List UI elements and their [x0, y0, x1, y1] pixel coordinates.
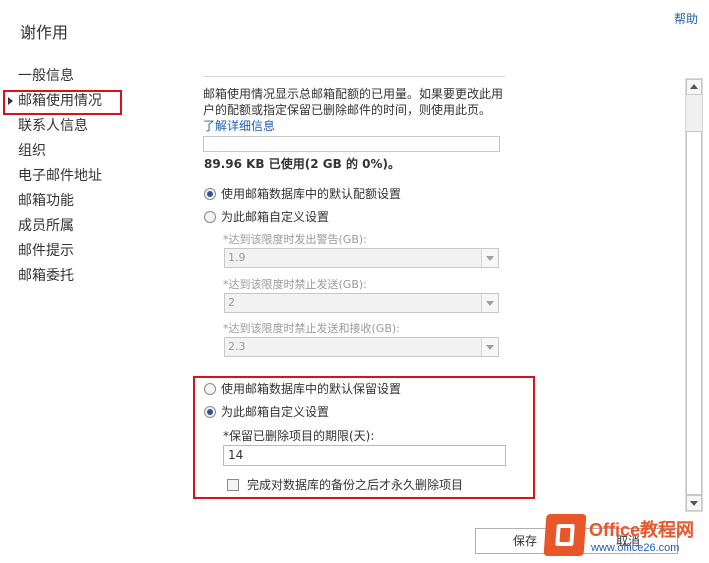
- sidebar-item-mailbox-usage[interactable]: 邮箱使用情况: [6, 91, 168, 116]
- vertical-scrollbar[interactable]: [685, 78, 703, 512]
- radio-label: 使用邮箱数据库中的默认保留设置: [221, 382, 402, 396]
- sidebar-item-label: 邮件提示: [18, 243, 74, 259]
- retention-days-input[interactable]: 14: [223, 445, 506, 466]
- usage-summary: 89.96 KB 已使用(2 GB 的 0%)。: [204, 157, 400, 171]
- radio-button[interactable]: [204, 187, 216, 200]
- sidebar-nav: 一般信息 邮箱使用情况 联系人信息 组织 电子邮件地址 邮箱功能 成员所属 邮件…: [8, 66, 168, 291]
- watermark: Office教程网 www.office26.com: [543, 512, 707, 562]
- retention-days-label: *保留已删除项目的期限(天):: [223, 429, 375, 443]
- usage-bar: [203, 136, 500, 152]
- top-divider: [203, 76, 506, 77]
- prohibit-send-receive-label: *达到该限度时禁止发送和接收(GB):: [223, 322, 400, 335]
- learn-more-link[interactable]: 了解详细信息: [203, 119, 275, 133]
- selected-arrow-icon: [8, 97, 13, 105]
- quota-default-radio[interactable]: 使用邮箱数据库中的默认配额设置: [204, 185, 401, 202]
- sidebar-item-mailbox-features[interactable]: 邮箱功能: [18, 191, 168, 216]
- office-logo-icon: [543, 514, 587, 556]
- sidebar-item-label: 联系人信息: [18, 118, 88, 134]
- radio-button[interactable]: [204, 405, 216, 418]
- sidebar-item-label: 电子邮件地址: [18, 168, 102, 184]
- scroll-down-button[interactable]: [686, 495, 702, 511]
- warning-select[interactable]: 1.9: [224, 248, 499, 268]
- sidebar-item-label: 邮箱委托: [18, 268, 74, 284]
- radio-label: 为此邮箱自定义设置: [221, 210, 330, 224]
- sidebar-item-label: 邮箱功能: [18, 193, 74, 209]
- backup-checkbox[interactable]: [227, 478, 239, 491]
- sidebar-item-mail-tip[interactable]: 邮件提示: [18, 241, 168, 266]
- prohibit-send-value: 2: [228, 296, 235, 309]
- scroll-up-button[interactable]: [686, 79, 702, 95]
- sidebar-item-label: 一般信息: [18, 68, 74, 84]
- sidebar-item-member-of[interactable]: 成员所属: [18, 216, 168, 241]
- prohibit-send-receive-value: 2.3: [228, 340, 246, 353]
- sidebar-item-label: 邮箱使用情况: [18, 93, 102, 109]
- prohibit-send-receive-select[interactable]: 2.3: [224, 337, 499, 357]
- sidebar-item-label: 组织: [18, 143, 46, 159]
- sidebar-item-general[interactable]: 一般信息: [18, 66, 168, 91]
- sidebar-item-email-addresses[interactable]: 电子邮件地址: [18, 166, 168, 191]
- page-title: 谢作用: [20, 23, 69, 42]
- scroll-thumb[interactable]: [686, 131, 702, 495]
- chevron-down-icon: [481, 249, 498, 267]
- radio-label: 使用邮箱数据库中的默认配额设置: [221, 187, 402, 201]
- checkbox-label: 完成对数据库的备份之后才永久删除项目: [247, 478, 464, 492]
- retention-custom-radio[interactable]: 为此邮箱自定义设置: [204, 403, 329, 420]
- prohibit-send-label: *达到该限度时禁止发送(GB):: [223, 278, 367, 291]
- help-link[interactable]: 帮助: [674, 10, 698, 27]
- watermark-title: Office教程网: [589, 520, 695, 540]
- retention-default-radio[interactable]: 使用邮箱数据库中的默认保留设置: [204, 380, 401, 397]
- warning-value: 1.9: [228, 251, 246, 264]
- usage-description: 邮箱使用情况显示总邮箱配额的已用量。如果要更改此用户的配额或指定保留已删除邮件的…: [203, 86, 503, 134]
- radio-button[interactable]: [204, 210, 216, 223]
- chevron-down-icon: [481, 294, 498, 312]
- radio-label: 为此邮箱自定义设置: [221, 405, 330, 419]
- watermark-url: www.office26.com: [591, 542, 680, 554]
- prohibit-send-select[interactable]: 2: [224, 293, 499, 313]
- quota-custom-radio[interactable]: 为此邮箱自定义设置: [204, 208, 329, 225]
- radio-button[interactable]: [204, 382, 216, 395]
- sidebar-item-mailbox-delegation[interactable]: 邮箱委托: [18, 266, 168, 291]
- sidebar-item-contact-info[interactable]: 联系人信息: [18, 116, 168, 141]
- warning-label: *达到该限度时发出警告(GB):: [223, 233, 367, 246]
- backup-checkbox-row[interactable]: 完成对数据库的备份之后才永久删除项目: [227, 476, 463, 493]
- description-text: 邮箱使用情况显示总邮箱配额的已用量。如果要更改此用户的配额或指定保留已删除邮件的…: [203, 87, 504, 117]
- sidebar-item-organization[interactable]: 组织: [18, 141, 168, 166]
- sidebar-item-label: 成员所属: [18, 218, 74, 234]
- chevron-down-icon: [481, 338, 498, 356]
